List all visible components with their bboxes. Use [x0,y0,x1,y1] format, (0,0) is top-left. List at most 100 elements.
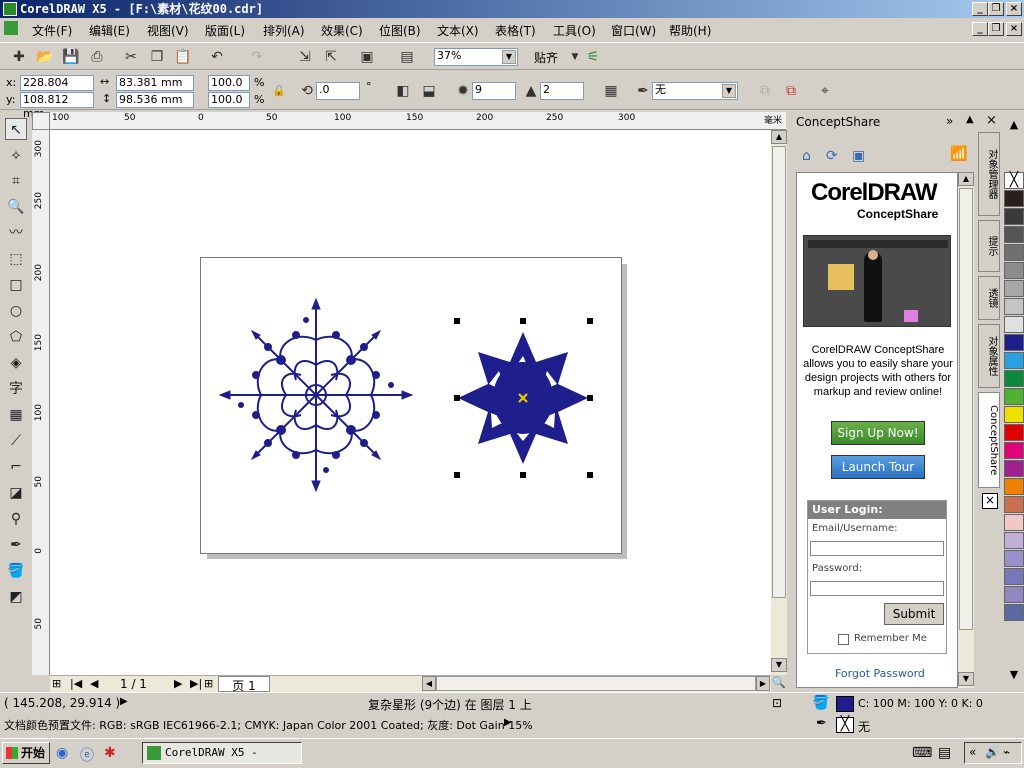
docker-minimize-icon[interactable]: ▲ [966,114,974,125]
palette-swatch[interactable] [1004,532,1024,549]
page-tab-1[interactable]: 页 1 [218,676,270,693]
tab-hints[interactable]: 提示 [978,220,1000,272]
password-field[interactable] [810,581,944,596]
launch-tour-button[interactable]: Launch Tour [831,455,925,479]
to-back-icon[interactable]: ⧉ [782,82,800,100]
smart-fill-icon[interactable]: ⬚ [5,248,27,270]
palette-swatch[interactable] [1004,388,1024,405]
palette-swatch[interactable] [1004,352,1024,369]
palette-swatch[interactable] [1004,406,1024,423]
polygon-tool-icon[interactable]: ⬠ [5,326,27,348]
next-page-icon[interactable]: ▶ [174,677,182,690]
scroll-right-button[interactable]: ▶ [756,676,770,691]
palette-swatch[interactable] [1004,226,1024,243]
export-icon[interactable]: ⇱ [322,48,340,66]
palette-swatch[interactable] [1004,442,1024,459]
palette-swatch[interactable] [1004,334,1024,351]
network-tray-icon[interactable]: ⌁ [1003,745,1010,759]
palette-swatch[interactable] [1004,298,1024,315]
paste-icon[interactable]: 📋 [174,48,192,66]
palette-scroll-up-icon[interactable]: ▲ [1006,118,1022,136]
close-button[interactable]: × [1006,2,1022,16]
wrap-text-icon[interactable]: ▦ [602,82,620,100]
palette-swatch[interactable] [1004,190,1024,207]
minimize-button[interactable]: _ [972,2,988,16]
menu-layout[interactable]: 版面(L) [205,22,245,39]
browser-quicklaunch-icon[interactable]: ◉ [56,745,68,761]
start-button[interactable]: 开始 [2,742,50,764]
eyedropper-tool-icon[interactable]: ⚲ [5,508,27,530]
scroll-left-button[interactable]: ◀ [422,676,436,691]
palette-swatch[interactable] [1004,244,1024,261]
print-icon[interactable]: ⎙ [88,48,106,66]
x-position-field[interactable]: 228.804 mm [20,75,94,103]
pick-tool-icon[interactable]: ↖ [5,118,27,140]
palette-swatch[interactable] [1004,424,1024,441]
crop-tool-icon[interactable]: ⌗ [5,170,27,192]
color-profile-expand-icon[interactable]: ▶ [504,717,512,728]
outline-dropdown-icon[interactable]: ▼ [722,84,736,98]
ruler-corner[interactable] [32,112,50,130]
menu-arrange[interactable]: 排列(A) [263,22,305,39]
tab-object-properties[interactable]: 对象属性 [978,324,1000,388]
rotation-field[interactable]: .0 [316,82,360,100]
y-position-field[interactable]: 108.812 mm [20,92,94,120]
import-icon[interactable]: ⇲ [296,48,314,66]
add-page-after-icon[interactable]: ⊞ [204,677,213,690]
menu-table[interactable]: 表格(T) [495,22,536,39]
copy-icon[interactable]: ❐ [148,48,166,66]
freehand-tool-icon[interactable]: 〰 [5,222,27,244]
floral-ornament[interactable] [218,297,414,493]
vertical-scrollbar[interactable]: ▲ ▼ [771,130,787,675]
first-page-icon[interactable]: |◀ [70,677,82,690]
snap-to-menu[interactable]: 贴齐 [534,49,558,66]
outline-none-swatch[interactable]: ╳ [836,717,854,733]
menu-edit[interactable]: 编辑(E) [89,22,130,39]
palette-swatch[interactable] [1004,460,1024,477]
open-icon[interactable]: 📂 [36,48,54,66]
menu-bitmaps[interactable]: 位图(B) [379,22,421,39]
star-points-field[interactable]: 9 [472,82,516,100]
fill-color-swatch[interactable] [836,696,854,712]
mirror-horizontal-icon[interactable]: ◧ [394,82,412,100]
palette-swatch[interactable] [1004,496,1024,513]
submit-button[interactable]: Submit [884,603,944,625]
docker-collapse-icon[interactable]: » [946,114,953,128]
text-tool-icon[interactable]: 字 [5,378,27,400]
convert-to-curves-icon[interactable]: ⌖ [816,82,834,100]
forgot-password-link[interactable]: Forgot Password [835,667,925,680]
palette-swatch[interactable] [1004,316,1024,333]
zoom-dropdown-icon[interactable]: ▼ [502,50,516,64]
close-docker-tab-icon[interactable]: × [982,493,998,509]
application-launcher-icon[interactable]: ▣ [358,48,376,66]
redo-icon[interactable]: ↷ [248,48,266,66]
menu-text[interactable]: 文本(X) [437,22,479,39]
docker-scrollbar[interactable]: ▲ ▼ [958,172,974,688]
palette-swatch[interactable] [1004,568,1024,585]
menu-effects[interactable]: 效果(C) [321,22,363,39]
mirror-vertical-icon[interactable]: ⬓ [420,82,438,100]
height-field[interactable]: 98.536 mm [116,92,194,108]
tab-conceptshare[interactable]: ConceptShare [978,392,1000,488]
palette-swatch[interactable] [1004,370,1024,387]
star-sharpness-field[interactable]: 2 [540,82,584,100]
app-quicklaunch-icon[interactable]: ✱ [104,745,116,761]
palette-swatch[interactable] [1004,550,1024,567]
maximize-button[interactable]: ❐ [988,2,1004,16]
interactive-fill-icon[interactable]: ◩ [5,586,27,608]
palette-swatch[interactable] [1004,586,1024,603]
ellipse-tool-icon[interactable]: ○ [5,300,27,322]
palette-swatch[interactable] [1004,514,1024,531]
palette-swatch[interactable] [1004,478,1024,495]
horizontal-scroll-thumb[interactable] [436,676,756,691]
palette-swatch[interactable] [1004,604,1024,621]
previous-page-icon[interactable]: ◀ [90,677,98,690]
tab-lens[interactable]: 透镜 [978,276,1000,320]
scroll-up-button[interactable]: ▲ [771,130,787,144]
remember-me-checkbox[interactable] [838,634,849,645]
to-front-icon[interactable]: ⧉ [756,82,774,100]
tab-object-manager[interactable]: 对象管理器 [978,132,1000,216]
drawing-canvas[interactable] [50,130,771,675]
tray-app-icon[interactable]: ▤ [938,745,951,761]
lock-ratio-icon[interactable]: 🔒 [270,82,288,100]
